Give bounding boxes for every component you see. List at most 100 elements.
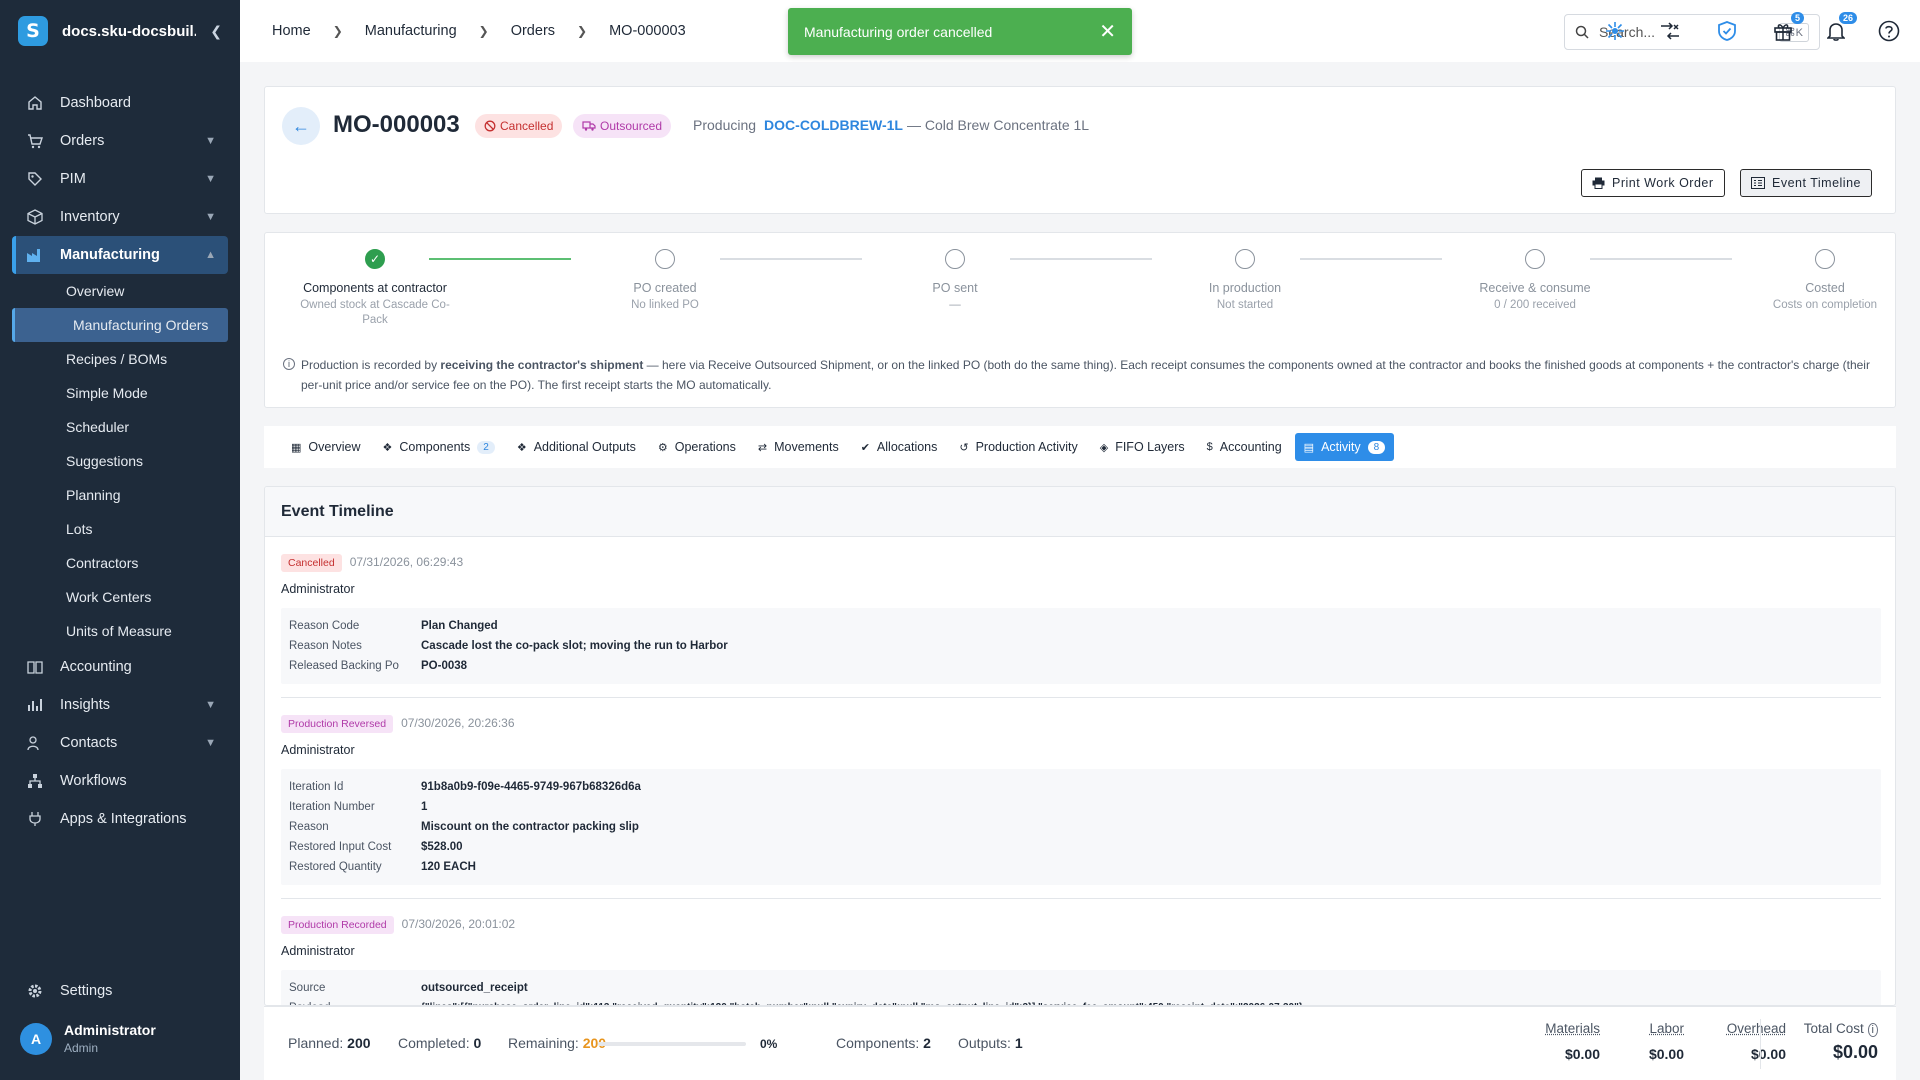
nav-orders[interactable]: Orders ▼ <box>12 122 228 160</box>
app-logo[interactable]: S <box>18 16 48 46</box>
breadcrumb-manufacturing[interactable]: Manufacturing <box>365 23 457 39</box>
subnav-scheduler[interactable]: Scheduler <box>12 410 228 444</box>
producing-info: Producing DOC-COLDBREW-1L — Cold Brew Conc… <box>693 117 1089 133</box>
search-icon <box>1575 25 1589 39</box>
step-title: PO created <box>633 281 697 295</box>
tab-operations[interactable]: ⚙ Operations <box>649 433 745 461</box>
integrations-icon[interactable] <box>1602 18 1628 44</box>
event-timeline-button[interactable]: Event Timeline <box>1740 169 1872 197</box>
nav-label: Workflows <box>60 773 127 789</box>
subnav-contractors[interactable]: Contractors <box>12 546 228 580</box>
subnav-simple-mode[interactable]: Simple Mode <box>12 376 228 410</box>
product-name: — Cold Brew Concentrate 1L <box>906 117 1090 133</box>
printer-icon <box>1592 177 1605 189</box>
detail-key: Restored Input Cost <box>289 841 392 853</box>
step-title: In production <box>1208 281 1282 295</box>
shield-icon[interactable] <box>1714 18 1740 44</box>
help-icon[interactable] <box>1876 18 1902 44</box>
check-circle-icon: ✔ <box>860 441 870 454</box>
users-icon <box>26 735 44 751</box>
step-title: Receive & consume <box>1479 281 1591 295</box>
stat-label: Remaining: <box>508 1035 579 1051</box>
subnav-suggestions[interactable]: Suggestions <box>12 444 228 478</box>
cost-value: $0.00 <box>1832 1042 1878 1062</box>
tab-fifo-layers[interactable]: ◈ FIFO Layers <box>1091 433 1194 461</box>
tab-additional-outputs[interactable]: ❖ Additional Outputs <box>508 433 645 461</box>
tab-production-activity[interactable]: ↺ Production Activity <box>950 433 1086 461</box>
nav-accounting[interactable]: Accounting <box>12 648 228 686</box>
timeline-event: Production Recorded 07/30/2026, 20:01:02 … <box>281 915 1881 1005</box>
circle-icon <box>655 249 675 269</box>
bell-badge: 26 <box>1838 12 1857 24</box>
tab-label: Activity <box>1321 440 1361 454</box>
detail-row: Source outsourced_receipt <box>289 978 1873 998</box>
compare-icon[interactable] <box>1657 18 1683 44</box>
sku-link[interactable]: DOC-COLDBREW-1L <box>764 117 903 133</box>
summary-footer: Planned: 200 Completed: 0 Remaining: 200… <box>264 1006 1896 1080</box>
tab-components[interactable]: ❖ Components 2 <box>374 433 504 461</box>
circle-icon <box>1235 249 1255 269</box>
detail-row: Iteration Id 91b8a0b9-f09e-4465-9749-967b… <box>289 777 1873 797</box>
nav-label: Inventory <box>60 209 120 225</box>
detail-row: Reason Miscount on the contractor packing… <box>289 817 1873 837</box>
circle-icon <box>1815 249 1835 269</box>
components-stat: Components: 2 <box>836 1035 931 1051</box>
subnav-lots[interactable]: Lots <box>12 512 228 546</box>
button-label: Event Timeline <box>1772 176 1861 190</box>
bell-icon[interactable]: 26 <box>1823 12 1857 44</box>
progress-bar <box>598 1042 746 1046</box>
close-icon[interactable]: ✕ <box>1099 19 1116 44</box>
back-button[interactable]: ← <box>282 107 320 145</box>
toast-message: Manufacturing order cancelled <box>804 23 993 40</box>
nav-manufacturing[interactable]: Manufacturing ▲ <box>12 236 228 274</box>
chevron-down-icon: ▼ <box>205 135 216 147</box>
nav-settings[interactable]: Settings <box>12 972 228 1010</box>
breadcrumb-home[interactable]: Home <box>272 23 311 39</box>
tab-count: 8 <box>1367 440 1386 454</box>
subnav-recipes[interactable]: Recipes / BOMs <box>12 342 228 376</box>
event-tag: Production Recorded <box>281 916 394 934</box>
nav-workflows[interactable]: Workflows <box>12 762 228 800</box>
type-badge: Outsourced <box>573 114 672 138</box>
subnav-work-centers[interactable]: Work Centers <box>12 580 228 614</box>
nav-inventory[interactable]: Inventory ▼ <box>12 198 228 236</box>
truck-icon <box>582 121 596 131</box>
divider <box>281 697 1881 698</box>
subnav-units-of-measure[interactable]: Units of Measure <box>12 614 228 648</box>
note-bold: receiving the contractor's shipment <box>440 358 644 372</box>
step-subtitle: — <box>949 299 961 311</box>
subnav-overview[interactable]: Overview <box>12 274 228 308</box>
tab-label: Operations <box>674 440 736 454</box>
note-text: Production is recorded by <box>301 358 441 372</box>
gift-icon[interactable]: 5 <box>1770 12 1804 44</box>
subnav-planning[interactable]: Planning <box>12 478 228 512</box>
breadcrumb-orders[interactable]: Orders <box>511 23 555 39</box>
nav-label: Apps & Integrations <box>60 811 187 827</box>
detail-row: Released Backing Po PO-0038 <box>289 656 1873 676</box>
nav-pim[interactable]: PIM ▼ <box>12 160 228 198</box>
collapse-sidebar-icon[interactable]: ❮ <box>210 23 222 40</box>
nav-label: PIM <box>60 171 86 187</box>
print-work-order-button[interactable]: Print Work Order <box>1581 169 1725 197</box>
step-title: Costed <box>1805 281 1845 295</box>
detail-value: Cascade lost the co-pack slot; moving th… <box>421 640 728 652</box>
tab-overview[interactable]: ▦ Overview <box>282 433 370 461</box>
detail-value: 91b8a0b9-f09e-4465-9749-967b68326d6a <box>421 781 641 793</box>
subnav-manufacturing-orders[interactable]: Manufacturing Orders <box>12 308 228 342</box>
nav-apps-integrations[interactable]: Apps & Integrations <box>12 800 228 838</box>
nav-insights[interactable]: Insights ▼ <box>12 686 228 724</box>
stat-value: 2 <box>923 1035 931 1051</box>
detail-value: {"lines":[{"purchase_order_line_id":113,… <box>421 998 1303 1005</box>
tab-allocations[interactable]: ✔ Allocations <box>852 433 947 461</box>
timeline-event: Production Reversed 07/30/2026, 20:26:36 … <box>281 714 1881 885</box>
nav-dashboard[interactable]: Dashboard <box>12 84 228 122</box>
workspace-name[interactable]: docs.sku-docsbuil... <box>62 23 196 40</box>
event-timeline[interactable]: Event Timeline Cancelled 07/31/2026, 06:2… <box>264 486 1896 1006</box>
user-profile[interactable]: A Administrator Admin <box>20 1022 156 1055</box>
step-connector <box>429 258 571 260</box>
detail-key: Released Backing Po <box>289 660 399 672</box>
tab-activity[interactable]: ▤ Activity 8 <box>1294 433 1395 461</box>
nav-contacts[interactable]: Contacts ▼ <box>12 724 228 762</box>
tab-movements[interactable]: ⇄ Movements <box>749 433 848 461</box>
tab-accounting[interactable]: $ Accounting <box>1198 433 1291 461</box>
